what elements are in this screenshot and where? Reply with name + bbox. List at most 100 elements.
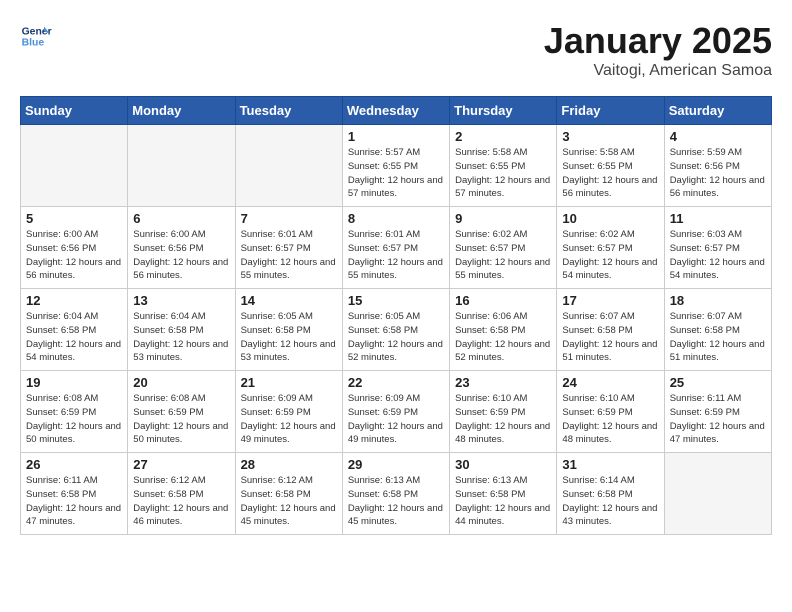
day-info: Sunrise: 6:09 AM Sunset: 6:59 PM Dayligh… <box>348 392 444 447</box>
svg-text:Blue: Blue <box>22 38 45 49</box>
logo-icon: General Blue <box>20 20 52 52</box>
day-number: 29 <box>348 457 444 472</box>
day-number: 1 <box>348 129 444 144</box>
weekday-header-saturday: Saturday <box>664 97 771 125</box>
day-info: Sunrise: 6:08 AM Sunset: 6:59 PM Dayligh… <box>133 392 229 447</box>
day-number: 3 <box>562 129 658 144</box>
calendar-cell: 23 Sunrise: 6:10 AM Sunset: 6:59 PM Dayli… <box>450 371 557 453</box>
day-number: 5 <box>26 211 122 226</box>
calendar-cell: 24 Sunrise: 6:10 AM Sunset: 6:59 PM Dayli… <box>557 371 664 453</box>
day-number: 24 <box>562 375 658 390</box>
calendar-cell <box>21 125 128 207</box>
day-info: Sunrise: 6:05 AM Sunset: 6:58 PM Dayligh… <box>241 310 337 365</box>
day-info: Sunrise: 6:07 AM Sunset: 6:58 PM Dayligh… <box>670 310 766 365</box>
day-number: 23 <box>455 375 551 390</box>
day-info: Sunrise: 6:10 AM Sunset: 6:59 PM Dayligh… <box>455 392 551 447</box>
calendar-cell: 8Sunrise: 6:01 AM Sunset: 6:57 PM Daylig… <box>342 207 449 289</box>
weekday-header-friday: Friday <box>557 97 664 125</box>
calendar-cell: 19 Sunrise: 6:08 AM Sunset: 6:59 PM Dayli… <box>21 371 128 453</box>
calendar-cell: 2Sunrise: 5:58 AM Sunset: 6:55 PM Daylig… <box>450 125 557 207</box>
calendar-cell: 20 Sunrise: 6:08 AM Sunset: 6:59 PM Dayli… <box>128 371 235 453</box>
calendar-cell: 26Sunrise: 6:11 AM Sunset: 6:58 PM Dayli… <box>21 453 128 535</box>
day-number: 31 <box>562 457 658 472</box>
calendar-cell: 21 Sunrise: 6:09 AM Sunset: 6:59 PM Dayli… <box>235 371 342 453</box>
calendar-cell: 15 Sunrise: 6:05 AM Sunset: 6:58 PM Dayli… <box>342 289 449 371</box>
week-row-3: 12 Sunrise: 6:04 AM Sunset: 6:58 PM Dayli… <box>21 289 772 371</box>
calendar-cell: 28 Sunrise: 6:12 AM Sunset: 6:58 PM Dayli… <box>235 453 342 535</box>
calendar-cell: 16 Sunrise: 6:06 AM Sunset: 6:58 PM Dayli… <box>450 289 557 371</box>
calendar-cell: 11 Sunrise: 6:03 AM Sunset: 6:57 PM Dayli… <box>664 207 771 289</box>
calendar-cell: 31 Sunrise: 6:14 AM Sunset: 6:58 PM Dayli… <box>557 453 664 535</box>
day-info: Sunrise: 6:05 AM Sunset: 6:58 PM Dayligh… <box>348 310 444 365</box>
day-number: 25 <box>670 375 766 390</box>
calendar-cell: 22Sunrise: 6:09 AM Sunset: 6:59 PM Dayli… <box>342 371 449 453</box>
day-number: 20 <box>133 375 229 390</box>
day-info: Sunrise: 5:59 AM Sunset: 6:56 PM Dayligh… <box>670 146 766 201</box>
day-number: 7 <box>241 211 337 226</box>
day-info: Sunrise: 6:01 AM Sunset: 6:57 PM Dayligh… <box>241 228 337 283</box>
calendar-cell: 27 Sunrise: 6:12 AM Sunset: 6:58 PM Dayli… <box>128 453 235 535</box>
calendar-cell <box>664 453 771 535</box>
day-number: 11 <box>670 211 766 226</box>
calendar-cell: 13 Sunrise: 6:04 AM Sunset: 6:58 PM Dayli… <box>128 289 235 371</box>
calendar-cell: 3 Sunrise: 5:58 AM Sunset: 6:55 PM Daylig… <box>557 125 664 207</box>
day-info: Sunrise: 6:12 AM Sunset: 6:58 PM Dayligh… <box>241 474 337 529</box>
week-row-4: 19 Sunrise: 6:08 AM Sunset: 6:59 PM Dayli… <box>21 371 772 453</box>
month-title: January 2025 <box>544 20 772 62</box>
day-info: Sunrise: 6:06 AM Sunset: 6:58 PM Dayligh… <box>455 310 551 365</box>
day-info: Sunrise: 6:14 AM Sunset: 6:58 PM Dayligh… <box>562 474 658 529</box>
calendar-cell: 6 Sunrise: 6:00 AM Sunset: 6:56 PM Daylig… <box>128 207 235 289</box>
page-header: General Blue January 2025 Vaitogi, Ameri… <box>20 20 772 80</box>
day-number: 13 <box>133 293 229 308</box>
day-info: Sunrise: 5:58 AM Sunset: 6:55 PM Dayligh… <box>562 146 658 201</box>
day-number: 4 <box>670 129 766 144</box>
day-info: Sunrise: 6:00 AM Sunset: 6:56 PM Dayligh… <box>26 228 122 283</box>
day-number: 10 <box>562 211 658 226</box>
calendar-cell: 4 Sunrise: 5:59 AM Sunset: 6:56 PM Daylig… <box>664 125 771 207</box>
calendar-cell: 12Sunrise: 6:04 AM Sunset: 6:58 PM Dayli… <box>21 289 128 371</box>
day-number: 15 <box>348 293 444 308</box>
weekday-header-row: SundayMondayTuesdayWednesdayThursdayFrid… <box>21 97 772 125</box>
day-info: Sunrise: 6:11 AM Sunset: 6:58 PM Dayligh… <box>26 474 122 529</box>
day-number: 9 <box>455 211 551 226</box>
logo: General Blue <box>20 20 52 52</box>
day-number: 27 <box>133 457 229 472</box>
day-info: Sunrise: 6:10 AM Sunset: 6:59 PM Dayligh… <box>562 392 658 447</box>
calendar-cell: 9 Sunrise: 6:02 AM Sunset: 6:57 PM Daylig… <box>450 207 557 289</box>
day-number: 6 <box>133 211 229 226</box>
calendar-cell: 14Sunrise: 6:05 AM Sunset: 6:58 PM Dayli… <box>235 289 342 371</box>
day-info: Sunrise: 6:09 AM Sunset: 6:59 PM Dayligh… <box>241 392 337 447</box>
day-number: 17 <box>562 293 658 308</box>
day-info: Sunrise: 5:57 AM Sunset: 6:55 PM Dayligh… <box>348 146 444 201</box>
calendar-cell: 25 Sunrise: 6:11 AM Sunset: 6:59 PM Dayli… <box>664 371 771 453</box>
calendar-cell: 7 Sunrise: 6:01 AM Sunset: 6:57 PM Daylig… <box>235 207 342 289</box>
day-info: Sunrise: 6:01 AM Sunset: 6:57 PM Dayligh… <box>348 228 444 283</box>
day-number: 2 <box>455 129 551 144</box>
calendar-cell <box>128 125 235 207</box>
day-number: 21 <box>241 375 337 390</box>
day-number: 19 <box>26 375 122 390</box>
week-row-1: 1 Sunrise: 5:57 AM Sunset: 6:55 PM Daylig… <box>21 125 772 207</box>
weekday-header-wednesday: Wednesday <box>342 97 449 125</box>
day-number: 18 <box>670 293 766 308</box>
calendar-cell: 5 Sunrise: 6:00 AM Sunset: 6:56 PM Daylig… <box>21 207 128 289</box>
week-row-5: 26Sunrise: 6:11 AM Sunset: 6:58 PM Dayli… <box>21 453 772 535</box>
day-info: Sunrise: 6:08 AM Sunset: 6:59 PM Dayligh… <box>26 392 122 447</box>
calendar-cell: 10Sunrise: 6:02 AM Sunset: 6:57 PM Dayli… <box>557 207 664 289</box>
day-info: Sunrise: 6:04 AM Sunset: 6:58 PM Dayligh… <box>133 310 229 365</box>
calendar-cell: 30Sunrise: 6:13 AM Sunset: 6:58 PM Dayli… <box>450 453 557 535</box>
day-info: Sunrise: 6:03 AM Sunset: 6:57 PM Dayligh… <box>670 228 766 283</box>
day-number: 12 <box>26 293 122 308</box>
day-info: Sunrise: 6:11 AM Sunset: 6:59 PM Dayligh… <box>670 392 766 447</box>
day-info: Sunrise: 6:12 AM Sunset: 6:58 PM Dayligh… <box>133 474 229 529</box>
calendar-cell: 29Sunrise: 6:13 AM Sunset: 6:58 PM Dayli… <box>342 453 449 535</box>
week-row-2: 5 Sunrise: 6:00 AM Sunset: 6:56 PM Daylig… <box>21 207 772 289</box>
weekday-header-thursday: Thursday <box>450 97 557 125</box>
title-block: January 2025 Vaitogi, American Samoa <box>544 20 772 80</box>
day-number: 28 <box>241 457 337 472</box>
weekday-header-sunday: Sunday <box>21 97 128 125</box>
weekday-header-monday: Monday <box>128 97 235 125</box>
day-info: Sunrise: 6:00 AM Sunset: 6:56 PM Dayligh… <box>133 228 229 283</box>
day-info: Sunrise: 6:02 AM Sunset: 6:57 PM Dayligh… <box>455 228 551 283</box>
day-number: 16 <box>455 293 551 308</box>
